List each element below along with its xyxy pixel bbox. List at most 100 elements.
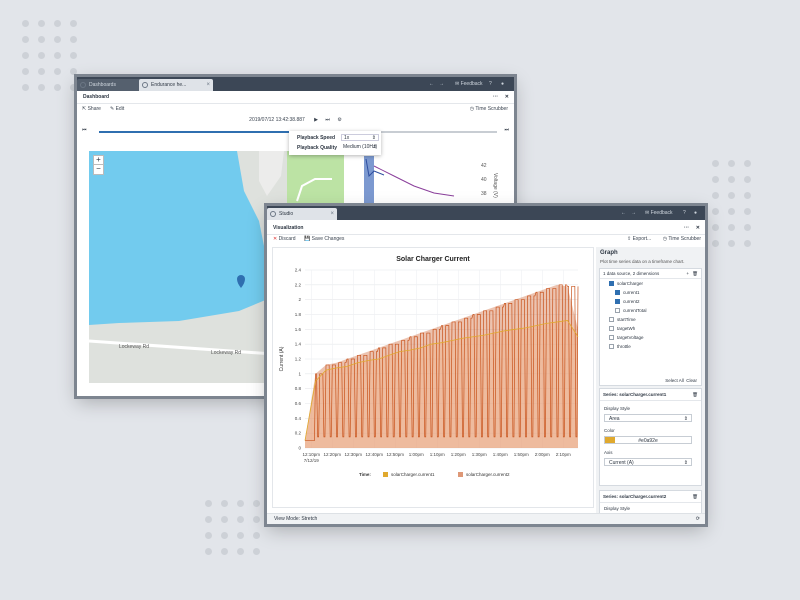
close-icon[interactable]: ×: [206, 79, 210, 91]
background-dot: [253, 500, 260, 507]
trash-icon[interactable]: 🗑: [692, 392, 698, 398]
add-icon[interactable]: +: [686, 271, 689, 276]
more-icon[interactable]: ···: [493, 92, 498, 103]
export-button[interactable]: ⇪ Export...: [627, 236, 651, 242]
y-tick-label: 0.8: [295, 386, 302, 391]
tree-item[interactable]: solarCharger: [600, 279, 701, 288]
edit-button[interactable]: ✎ Edit: [110, 106, 124, 112]
checkbox[interactable]: [615, 290, 620, 296]
background-dot: [712, 192, 719, 199]
background-dot: [744, 208, 751, 215]
y-tick-label: 0: [298, 446, 301, 451]
axis-select[interactable]: Current (A) ⇕: [604, 458, 692, 466]
x-tick-label: 2:10pm: [556, 452, 571, 457]
background-dot: [54, 84, 61, 91]
background-dots-bottom: [205, 500, 265, 570]
time-scrubber-button[interactable]: ◷ Time Scrubber: [470, 106, 508, 112]
checkbox[interactable]: [609, 344, 614, 350]
tree-item[interactable]: currentTotal: [600, 306, 701, 315]
checkbox[interactable]: [615, 299, 620, 305]
checkbox[interactable]: [609, 326, 614, 332]
tree-item[interactable]: current1: [600, 288, 701, 297]
discard-button[interactable]: ✕ Discard: [273, 236, 296, 242]
trash-icon[interactable]: 🗑: [692, 494, 698, 500]
y-tick-label: 1.6: [295, 327, 302, 332]
toolbar: ⇱ Share ✎ Edit ◷ Time Scrubber: [77, 106, 514, 116]
feedback-button[interactable]: ✉ Feedback: [455, 77, 483, 91]
sidebar-title: Graph: [600, 250, 618, 256]
x-tick-label: 1:30pm: [472, 452, 487, 457]
x-tick-label: 1:50pm: [514, 452, 529, 457]
playback-quality-select[interactable]: Medium (10Hz) ⇕: [341, 144, 379, 151]
tree-item-label: solarCharger: [617, 281, 644, 286]
select-all-button[interactable]: Select All: [665, 378, 684, 383]
rewind-icon[interactable]: ⏮: [82, 127, 87, 133]
background-dot: [22, 36, 29, 43]
play-icon[interactable]: ▶: [314, 117, 318, 123]
back-arrow-icon[interactable]: ←: [429, 77, 434, 91]
tab-endurance[interactable]: Endurance he... ×: [139, 79, 213, 91]
share-button[interactable]: ⇱ Share: [82, 106, 101, 112]
land-area: [259, 151, 284, 196]
close-icon[interactable]: ✕: [696, 223, 700, 234]
y-axis-label: Current (A): [279, 346, 285, 371]
panel-header: Dashboard ··· ✕: [77, 92, 514, 104]
playback-speed-select[interactable]: 1x ⇕: [341, 134, 379, 141]
close-icon[interactable]: ✕: [505, 92, 509, 103]
close-icon[interactable]: ×: [330, 208, 334, 220]
checkbox[interactable]: [609, 317, 614, 323]
back-arrow-icon[interactable]: ←: [621, 206, 626, 220]
feedback-button[interactable]: ✉ Feedback: [645, 206, 673, 220]
user-icon[interactable]: ●: [501, 77, 504, 91]
tree-item[interactable]: startTime: [600, 315, 701, 324]
save-changes-button[interactable]: 💾 Save Changes: [304, 236, 344, 242]
chart-svg: Solar Charger Current 0 0.2 0.4 0.6 0.8 1 1.2 1.…: [279, 256, 579, 477]
help-icon[interactable]: ?: [489, 77, 492, 91]
map-park-area: [287, 151, 344, 206]
tree-item[interactable]: targetWh: [600, 324, 701, 333]
tree-item[interactable]: throttle: [600, 342, 701, 351]
tree-item[interactable]: current2: [600, 297, 701, 306]
background-dot: [744, 176, 751, 183]
background-dots-right: [712, 160, 772, 260]
background-dot: [728, 208, 735, 215]
fast-forward-icon[interactable]: ⏭: [504, 127, 509, 133]
user-icon[interactable]: ●: [694, 206, 697, 220]
checkbox[interactable]: [609, 335, 614, 341]
background-dot: [712, 160, 719, 167]
forward-arrow-icon[interactable]: →: [631, 206, 636, 220]
background-dot: [744, 224, 751, 231]
y-tick-label: 2: [298, 297, 301, 302]
view-mode[interactable]: View Mode: Stretch: [274, 516, 317, 522]
tree-item[interactable]: targetVoltage: [600, 333, 701, 342]
voltage-mini-chart: 42 40 38 Voltage (V): [344, 151, 504, 206]
background-dot: [205, 548, 212, 555]
color-label: Color: [604, 428, 615, 433]
tab-studio[interactable]: Studio ×: [267, 208, 337, 220]
playback-quality-label: Playback Quality: [297, 145, 338, 151]
color-picker[interactable]: #e0a92e: [604, 436, 692, 444]
help-icon[interactable]: ?: [683, 206, 686, 220]
trash-icon[interactable]: 🗑: [692, 271, 698, 277]
background-dot: [744, 192, 751, 199]
forward-arrow-icon[interactable]: →: [439, 77, 444, 91]
clear-button[interactable]: Clear: [686, 378, 697, 383]
x-tick-label: 12:20pm: [324, 452, 342, 457]
skip-forward-icon[interactable]: ⏭: [325, 117, 330, 123]
tree-item-label: currentTotal: [623, 308, 647, 313]
solar-charger-chart[interactable]: Solar Charger Current 0 0.2 0.4 0.6 0.8 1 1.2 1.…: [272, 247, 594, 508]
display-style-select[interactable]: Area ⇕: [604, 414, 692, 422]
background-dot: [712, 176, 719, 183]
mini-series-bar: [364, 156, 374, 206]
mini-tick: 42: [481, 163, 487, 169]
background-dot: [70, 20, 77, 27]
settings-icon[interactable]: ⚙: [337, 117, 341, 123]
background-dot: [237, 548, 244, 555]
zoom-out-button[interactable]: −: [93, 164, 104, 175]
checkbox[interactable]: [609, 281, 614, 287]
time-scrubber-button[interactable]: ◷ Time Scrubber: [663, 236, 701, 242]
datasource-count: 1 data source, 2 dimensions: [603, 271, 660, 276]
checkbox[interactable]: [615, 308, 620, 314]
more-icon[interactable]: ···: [684, 223, 689, 234]
refresh-icon[interactable]: ⟳: [696, 514, 700, 524]
